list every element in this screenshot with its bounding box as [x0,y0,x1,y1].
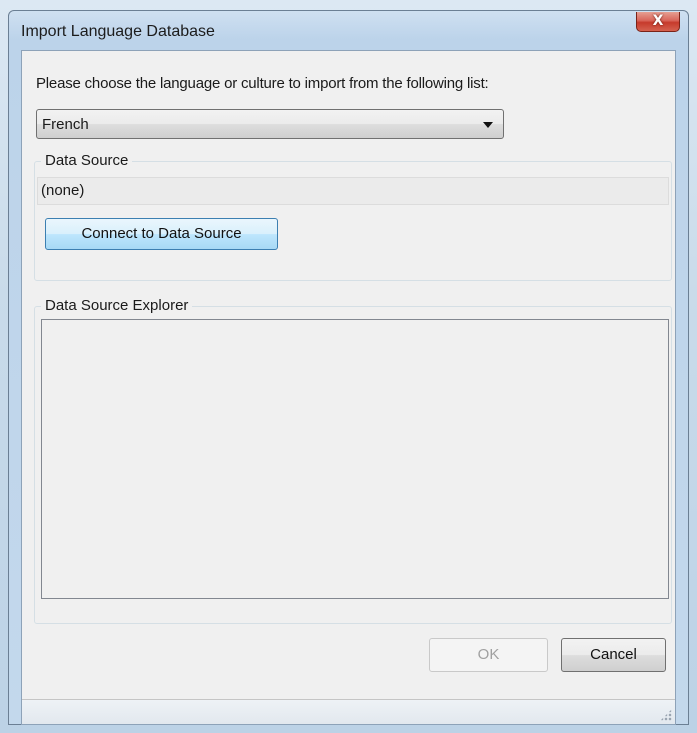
data-source-explorer-pane[interactable] [41,319,669,599]
data-source-field: (none) [37,177,669,205]
close-button[interactable]: X [636,12,680,32]
cancel-button[interactable]: Cancel [561,638,666,672]
data-source-group: Data Source (none) Connect to Data Sourc… [34,152,672,281]
connect-to-data-source-button[interactable]: Connect to Data Source [45,218,278,250]
data-source-value: (none) [41,182,85,199]
dialog-content: Please choose the language or culture to… [21,50,676,725]
language-select-value: French [42,116,89,133]
window-title: Import Language Database [21,23,215,40]
close-icon: X [652,12,664,29]
title-bar[interactable]: Import Language Database X [9,11,688,51]
language-select[interactable]: French [36,109,504,139]
data-source-explorer-group: Data Source Explorer [34,297,672,624]
data-source-legend: Data Source [41,152,133,169]
data-source-explorer-legend: Data Source Explorer [41,297,193,314]
status-bar [22,699,675,724]
ok-button[interactable]: OK [429,638,548,672]
language-prompt: Please choose the language or culture to… [36,75,489,92]
size-grip-icon[interactable] [660,709,672,721]
chevron-down-icon [483,122,493,128]
import-language-dialog: Import Language Database X Please choose… [8,10,689,725]
